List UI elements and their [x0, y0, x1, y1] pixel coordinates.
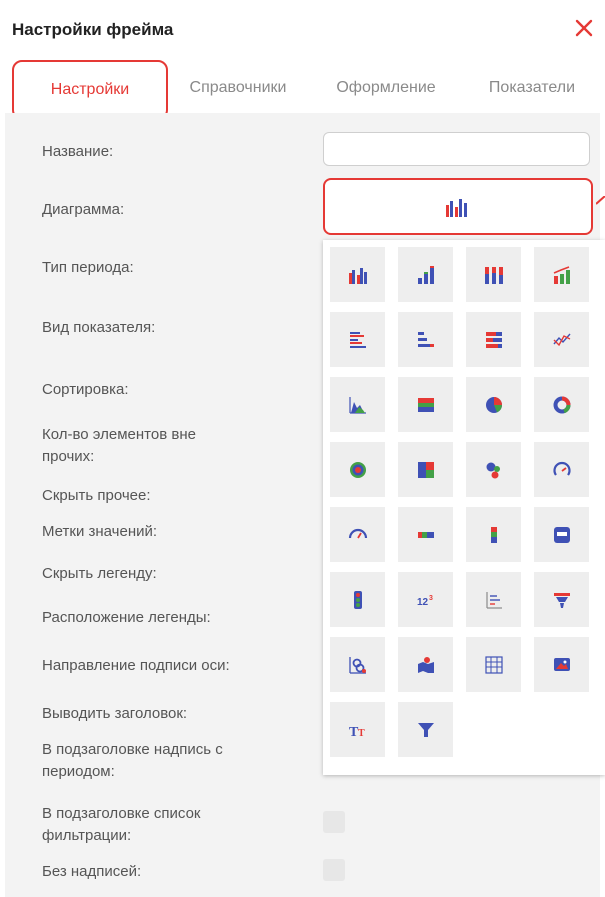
chart-option[interactable] [398, 637, 453, 692]
full-stacked-column-chart-icon [484, 266, 503, 284]
chart-option[interactable] [534, 247, 589, 302]
filter-icon [417, 722, 434, 737]
svg-text:T: T [358, 728, 365, 739]
chart-option[interactable] [534, 312, 589, 367]
vertical-progress-icon [490, 526, 497, 543]
graph-icon [348, 656, 366, 674]
stacked-bar-chart-icon [417, 331, 434, 347]
chart-option[interactable] [398, 702, 453, 757]
close-button[interactable] [570, 14, 598, 42]
show-title-label: Выводить заголовок: [42, 705, 188, 722]
number-icon: 12 3 [417, 595, 433, 608]
area-chart-icon [348, 396, 366, 414]
elements-outside-label-2: прочих: [42, 448, 95, 465]
gauge-icon [552, 461, 571, 476]
subtitle-filter-label-2: фильтрации: [42, 827, 132, 844]
chart-option[interactable] [330, 507, 385, 562]
legend-position-label: Расположение легенды: [42, 609, 211, 626]
horizontal-progress-icon [417, 531, 434, 538]
traffic-light-icon [353, 590, 362, 609]
period-type-label: Тип периода: [42, 259, 134, 276]
chart-option[interactable] [398, 507, 453, 562]
stacked-column-chart-icon [417, 265, 434, 284]
chart-option[interactable] [398, 247, 453, 302]
no-captions-label: Без надписей: [42, 863, 142, 880]
no-captions-checkbox[interactable] [323, 859, 345, 881]
chart-option[interactable] [398, 442, 453, 497]
chart-option[interactable] [466, 312, 521, 367]
bubble-chart-icon [486, 462, 500, 478]
dialog-header: Настройки фрейма [0, 0, 605, 62]
donut-chart-icon [553, 396, 571, 413]
chart-option[interactable] [330, 312, 385, 367]
grouped-bar-chart-icon [349, 331, 366, 348]
subtitle-filter-checkbox[interactable] [323, 811, 345, 833]
svg-text:3: 3 [429, 595, 433, 602]
line-chart-icon [552, 333, 571, 346]
full-stacked-bar-chart-icon [485, 331, 502, 348]
tab-settings[interactable]: Настройки [12, 60, 168, 120]
dialog-title: Настройки фрейма [12, 20, 174, 39]
subtitle-filter-label-1: В подзаголовке список [42, 805, 201, 822]
table-grid-icon [484, 655, 503, 674]
name-label: Название: [42, 143, 114, 160]
chart-option[interactable] [330, 572, 385, 627]
pie-chart-icon [485, 396, 502, 413]
chart-option[interactable] [466, 507, 521, 562]
text-table-icon [485, 591, 502, 609]
name-input[interactable] [323, 132, 590, 166]
close-icon [575, 19, 593, 37]
chart-option[interactable] [466, 572, 521, 627]
indicator-view-label: Вид показателя: [42, 319, 156, 336]
chart-type-dropdown: 12 3 T T [323, 240, 605, 775]
chart-label: Диаграмма: [42, 201, 125, 218]
callout-arrow [596, 196, 605, 205]
grouped-column-chart-icon [348, 267, 367, 284]
chart-option[interactable] [398, 312, 453, 367]
chart-option[interactable] [534, 507, 589, 562]
tab-design[interactable]: Оформление [316, 60, 456, 116]
chart-option[interactable] [330, 442, 385, 497]
stacked-area-chart-icon [417, 397, 434, 412]
radial-chart-icon [349, 461, 366, 478]
chart-option[interactable] [330, 377, 385, 432]
chart-option[interactable] [534, 377, 589, 432]
subtitle-period-label-1: В подзаголовке надпись с [42, 741, 223, 758]
text-icon: T T [349, 725, 365, 740]
chart-option[interactable] [466, 442, 521, 497]
chart-option[interactable] [534, 572, 589, 627]
tab-directories[interactable]: Справочники [168, 60, 308, 116]
elements-outside-label-1: Кол-во элементов вне [42, 426, 196, 443]
indicator-card-icon [553, 526, 570, 543]
hide-other-label: Скрыть прочее: [42, 487, 151, 504]
subtitle-period-label-2: периодом: [42, 763, 115, 780]
image-icon [553, 657, 570, 671]
chart-type-select[interactable] [323, 178, 593, 235]
chart-option[interactable] [534, 442, 589, 497]
semi-gauge-icon [348, 528, 367, 538]
chart-option[interactable] [330, 637, 385, 692]
tab-bar: Настройки Справочники Оформление Показат… [0, 60, 605, 120]
chart-option[interactable] [534, 637, 589, 692]
hide-legend-label: Скрыть легенду: [42, 565, 157, 582]
map-icon [417, 656, 434, 673]
chart-option[interactable]: 12 3 [398, 572, 453, 627]
svg-text:12: 12 [417, 597, 429, 608]
funnel-chart-icon [553, 592, 570, 608]
value-labels-label: Метки значений: [42, 523, 158, 540]
column-line-chart-icon [553, 265, 570, 284]
axis-caption-direction-label: Направление подписи оси: [42, 657, 230, 674]
sort-label: Сортировка: [42, 381, 129, 398]
chart-option[interactable] [466, 637, 521, 692]
chart-option[interactable] [466, 247, 521, 302]
chart-option[interactable] [398, 377, 453, 432]
chart-option[interactable]: T T [330, 702, 385, 757]
grouped-column-chart-icon [446, 198, 467, 217]
chart-option[interactable] [330, 247, 385, 302]
treemap-chart-icon [417, 461, 434, 478]
tab-indicators[interactable]: Показатели [462, 60, 602, 116]
chart-option[interactable] [466, 377, 521, 432]
